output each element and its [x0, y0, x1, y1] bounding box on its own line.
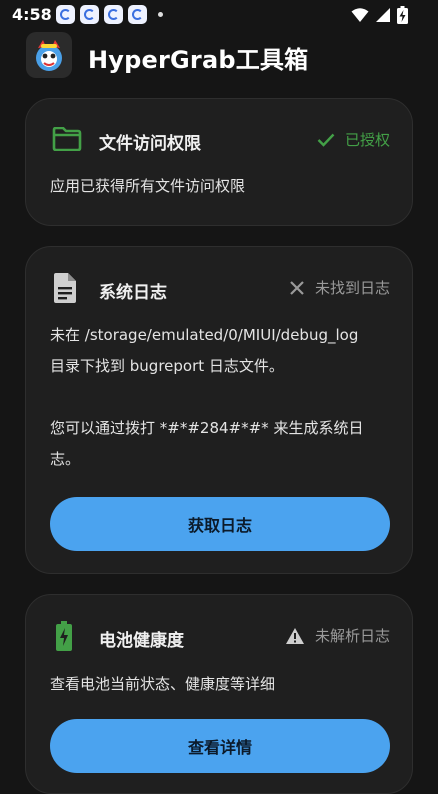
- app-logo: [26, 32, 72, 78]
- wifi-icon: [351, 8, 369, 22]
- system-log-line-2: 目录下找到 bugreport 日志文件。: [50, 357, 284, 375]
- system-log-title: 系统日志: [99, 283, 167, 303]
- notification-icons: [56, 5, 163, 24]
- status-time: 4:58: [12, 5, 52, 24]
- battery-health-description: 查看电池当前状态、健康度等详细: [50, 675, 276, 693]
- notification-app-icon: [104, 5, 123, 24]
- system-log-status-label: 未找到日志: [314, 279, 390, 297]
- status-bar: 4:58: [0, 0, 438, 30]
- more-notifications-dot: [158, 12, 163, 17]
- warning-icon: [285, 627, 304, 644]
- cellular-signal-icon: [376, 8, 390, 22]
- notification-app-icon: [80, 5, 99, 24]
- permission-status: 已授权: [317, 129, 390, 150]
- permission-card-title: 文件访问权限: [99, 134, 201, 154]
- get-log-button[interactable]: 获取日志: [50, 497, 390, 551]
- app-title: HyperGrab工具箱: [88, 46, 309, 74]
- battery-health-card: 电池健康度 未解析日志 查看电池当前状态、健康度等详细 查看详情: [25, 594, 413, 794]
- system-log-line-1: 未在 /storage/emulated/0/MIUI/debug_log: [50, 326, 359, 344]
- battery-health-title: 电池健康度: [99, 631, 184, 651]
- check-icon: [317, 133, 335, 147]
- permission-status-label: 已授权: [344, 131, 390, 149]
- battery-charging-icon: [397, 6, 408, 24]
- system-log-line-4: 志。: [50, 450, 81, 468]
- permission-card[interactable]: 文件访问权限 已授权 应用已获得所有文件访问权限: [25, 98, 413, 226]
- battery-health-status: 未解析日志: [285, 625, 390, 646]
- notification-app-icon: [128, 5, 147, 24]
- system-log-card: 系统日志 未找到日志 未在 /storage/emulated/0/MIUI/d…: [25, 246, 413, 574]
- permission-description: 应用已获得所有文件访问权限: [50, 177, 246, 195]
- battery-health-status-label: 未解析日志: [314, 627, 390, 645]
- system-log-line-3: 您可以通过拨打 *#*#284#*#* 来生成系统日: [50, 419, 364, 437]
- view-details-button[interactable]: 查看详情: [50, 719, 390, 773]
- notification-app-icon: [56, 5, 75, 24]
- battery-charging-icon: [56, 621, 72, 651]
- app-header: HyperGrab工具箱: [0, 30, 438, 80]
- system-icons: [351, 6, 408, 24]
- document-icon: [54, 273, 76, 303]
- folder-icon: [52, 127, 82, 151]
- close-icon: [290, 280, 304, 295]
- system-log-status: 未找到日志: [289, 277, 390, 298]
